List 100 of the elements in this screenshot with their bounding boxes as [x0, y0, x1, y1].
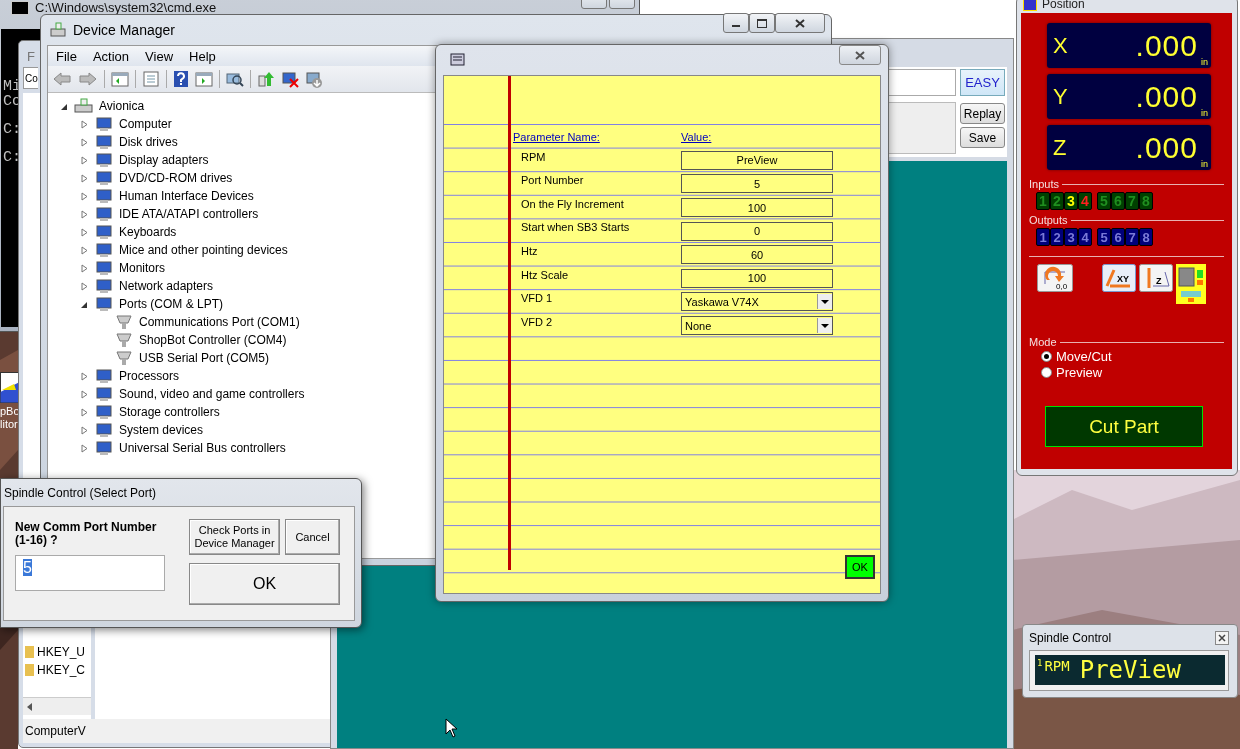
port-number-field[interactable]: 5: [15, 555, 165, 591]
tree-item[interactable]: Avionica: [97, 99, 147, 113]
device-icon: [94, 152, 114, 168]
menu-item[interactable]: File: [48, 48, 85, 64]
device-icon: [94, 440, 114, 456]
address-field[interactable]: Co: [23, 67, 38, 89]
radio-label[interactable]: Move/Cut: [1056, 348, 1112, 364]
port-icon: [114, 350, 134, 366]
device-icon: [94, 242, 114, 258]
tree-item[interactable]: Display adapters: [117, 153, 211, 167]
tree-item[interactable]: Computer: [117, 117, 174, 131]
tree-item[interactable]: Storage controllers: [117, 405, 222, 419]
unit-label: in: [1201, 108, 1209, 119]
tree-item[interactable]: Network adapters: [117, 279, 216, 293]
device-icon: [94, 386, 114, 402]
message-box: [886, 102, 956, 154]
menu-item[interactable]: Action: [84, 48, 138, 64]
tree-item[interactable]: System devices: [117, 423, 206, 437]
window-pane-icon[interactable]: [111, 71, 129, 87]
up-arrow-icon[interactable]: [257, 70, 275, 88]
value-field[interactable]: 100: [681, 268, 833, 288]
save-button[interactable]: Save: [960, 127, 1005, 148]
menu-item[interactable]: View: [137, 48, 182, 64]
parameter-name: Port Number: [520, 173, 585, 187]
back-icon[interactable]: [52, 70, 72, 88]
device-icon: [94, 368, 114, 384]
tree-item[interactable]: Disk drives: [117, 135, 180, 149]
value-field[interactable]: PreView: [681, 150, 833, 170]
check-ports-button[interactable]: Check Ports in Device Manager: [189, 519, 280, 555]
output-indicator: 8: [1139, 228, 1153, 246]
tree-item[interactable]: Keyboards: [117, 225, 179, 239]
close-icon[interactable]: [855, 50, 865, 60]
window-title: Spindle Control: [1029, 631, 1112, 645]
device-icon: [94, 134, 114, 150]
radio-button[interactable]: [1041, 366, 1052, 378]
tree-item[interactable]: Human Interface Devices: [117, 189, 256, 203]
device-remove-icon[interactable]: [281, 70, 299, 88]
tree-item[interactable]: DVD/CD-ROM drives: [117, 171, 235, 185]
pendant-icon[interactable]: [1176, 264, 1206, 304]
device-download-icon[interactable]: [305, 70, 323, 88]
tree-item[interactable]: HKEY_C: [37, 663, 86, 677]
value-field[interactable]: 100: [681, 198, 833, 218]
tree-item[interactable]: Universal Serial Bus controllers: [117, 441, 288, 455]
tree-item[interactable]: USB Serial Port (COM5): [137, 351, 272, 365]
output-indicator: 7: [1125, 228, 1139, 246]
dropdown[interactable]: Yaskawa V74X: [681, 292, 833, 312]
left-arrow-icon[interactable]: [27, 702, 32, 711]
computer-icon: [49, 21, 67, 39]
tree-item[interactable]: HKEY_U: [37, 645, 86, 659]
magnifier-icon[interactable]: [226, 71, 244, 87]
device-icon: [94, 116, 114, 132]
output-indicator: 5: [1097, 228, 1111, 246]
ok-button[interactable]: OK: [845, 555, 875, 579]
document-icon[interactable]: [142, 71, 160, 87]
shortcut-icon[interactable]: [0, 372, 20, 403]
indicator-digit: 7: [1128, 194, 1136, 208]
port-icon: [114, 314, 134, 330]
parameter-name: VFD 2: [520, 314, 554, 328]
scrollbar[interactable]: [23, 697, 91, 715]
easy-button[interactable]: EASY: [960, 69, 1005, 96]
tree-item[interactable]: ShopBot Controller (COM4): [137, 333, 289, 347]
tree-item[interactable]: Mice and other pointing devices: [117, 243, 290, 257]
zero-icon[interactable]: 0,0: [1037, 264, 1073, 292]
menu-item[interactable]: Help: [181, 48, 224, 64]
port-icon: [114, 332, 134, 348]
tree-item[interactable]: Sound, video and game controllers: [117, 387, 307, 401]
tree-item[interactable]: Ports (COM & LPT): [117, 297, 225, 311]
value-field[interactable]: 0: [681, 221, 833, 241]
window-title: Position: [1042, 0, 1085, 11]
folder-icon: [25, 646, 34, 658]
tree-item[interactable]: Processors: [117, 369, 182, 383]
radio-button[interactable]: [1041, 350, 1052, 362]
command-field[interactable]: [886, 69, 956, 96]
device-icon: [94, 296, 114, 312]
index-label: 1: [1036, 657, 1044, 668]
ok-button[interactable]: OK: [189, 563, 340, 605]
axis-label: Z: [1052, 134, 1067, 161]
xy-axis-icon[interactable]: XY: [1102, 264, 1136, 292]
cancel-button[interactable]: Cancel: [285, 519, 340, 555]
close-icon[interactable]: [795, 18, 805, 28]
value-field[interactable]: 60: [681, 245, 833, 265]
tree-item[interactable]: Monitors: [117, 261, 167, 275]
section-label: Outputs: [1029, 214, 1068, 226]
close-button[interactable]: [839, 45, 881, 65]
forward-icon[interactable]: [78, 70, 98, 88]
column-header: Value:: [681, 130, 712, 143]
tree-item[interactable]: Communications Port (COM1): [137, 315, 302, 329]
tree-item[interactable]: IDE ATA/ATAPI controllers: [117, 207, 261, 221]
dropdown[interactable]: None: [681, 316, 833, 336]
help-icon[interactable]: [173, 70, 189, 88]
value-field[interactable]: 5: [681, 174, 833, 194]
section-label: Inputs: [1029, 178, 1059, 190]
cut-part-button[interactable]: Cut Part: [1045, 406, 1203, 447]
window-pane-icon[interactable]: [195, 71, 213, 87]
window-title: C:\Windows\system32\cmd.exe: [35, 1, 217, 15]
close-button[interactable]: [775, 13, 825, 33]
z-axis-icon[interactable]: Z: [1139, 264, 1173, 292]
replay-button[interactable]: Replay: [960, 103, 1005, 124]
radio-label[interactable]: Preview: [1056, 364, 1103, 380]
indicator-digit: 3: [1067, 194, 1075, 208]
